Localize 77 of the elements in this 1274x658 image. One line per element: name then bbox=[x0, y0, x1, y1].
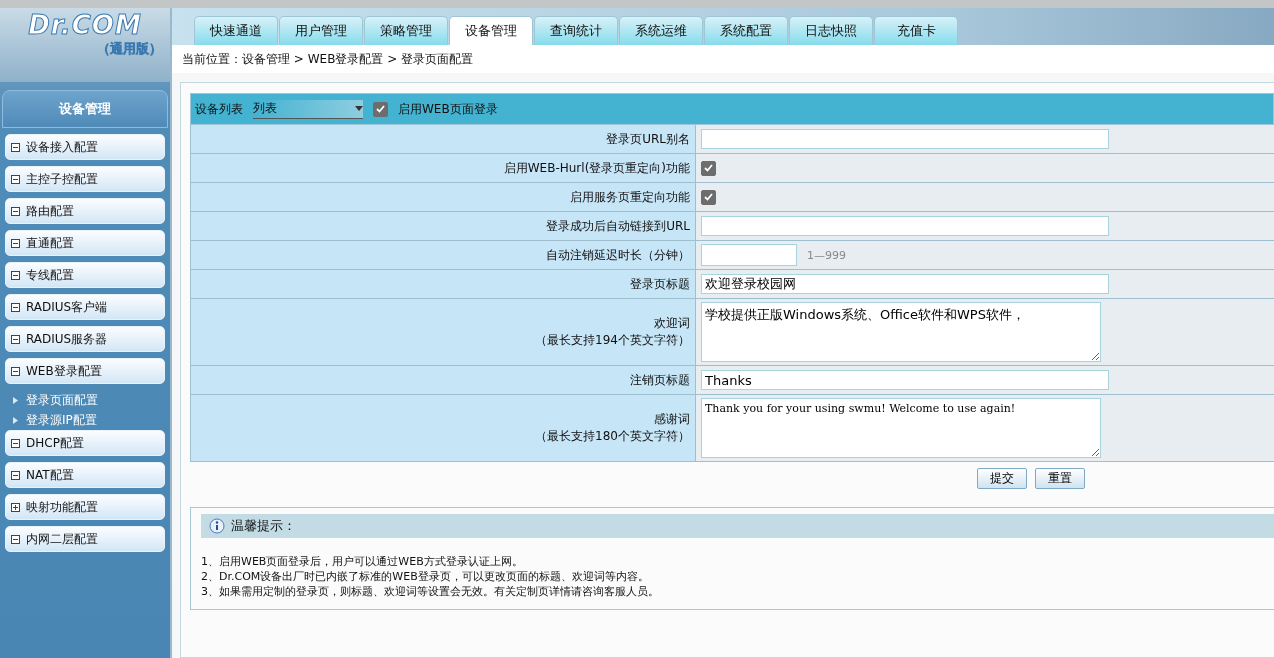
tip-text: 3、如果需用定制的登录页，则标题、欢迎词等设置会无效。有关定制页详情请咨询客服人员。 bbox=[201, 584, 660, 599]
brand-logo: Dr.COM bbox=[28, 10, 142, 40]
enable-checkbox[interactable] bbox=[373, 101, 388, 117]
enable-label: 启用WEB页面登录 bbox=[398, 100, 498, 118]
sidebar-item[interactable]: 直通配置 bbox=[5, 230, 165, 256]
device-select[interactable]: 列表 bbox=[253, 99, 363, 119]
minus-box-icon bbox=[11, 438, 20, 448]
text-field[interactable]: 欢迎登录校园网 bbox=[701, 274, 1109, 294]
field-label: 启用WEB-Hurl(登录页重定向)功能 bbox=[503, 159, 690, 177]
nav-tab[interactable]: 系统配置 bbox=[704, 16, 788, 45]
tip-text: 1、启用WEB页面登录后，用户可以通过WEB方式登录认证上网。 bbox=[201, 554, 524, 569]
text-field[interactable] bbox=[701, 216, 1109, 236]
sidebar-title: 设备管理 bbox=[2, 90, 168, 128]
field-label: 启用服务页重定向功能 bbox=[570, 188, 690, 206]
field-label: 自动注销延迟时长（分钟） bbox=[546, 246, 690, 264]
tip-text: 2、Dr.COM设备出厂时已内嵌了标准的WEB登录页，可以更改页面的标题、欢迎词等内容。 bbox=[201, 569, 650, 584]
minus-box-icon bbox=[11, 206, 20, 216]
checkmark-icon bbox=[704, 164, 713, 172]
minus-box-icon bbox=[11, 470, 20, 480]
minus-box-icon bbox=[11, 302, 20, 312]
nav-tab[interactable]: 用户管理 bbox=[279, 16, 363, 45]
minus-box-icon bbox=[11, 270, 20, 280]
sidebar-item[interactable]: DHCP配置 bbox=[5, 430, 165, 456]
sidebar-subitem[interactable]: 登录页面配置 bbox=[5, 390, 165, 410]
checkbox[interactable] bbox=[701, 160, 716, 176]
field-label: 登录页URL别名 bbox=[606, 130, 690, 148]
text-field[interactable]: Thanks bbox=[701, 370, 1109, 390]
checkbox[interactable] bbox=[701, 189, 716, 205]
nav-tab[interactable]: 策略管理 bbox=[364, 16, 448, 45]
device-list-label: 设备列表 bbox=[195, 100, 243, 118]
text-area[interactable]: Thank you for your using swmu! Welcome to use again! bbox=[701, 398, 1101, 458]
nav-tab[interactable]: 日志快照 bbox=[789, 16, 873, 45]
plus-box-icon bbox=[11, 502, 20, 512]
breadcrumb: 当前位置：设备管理 > WEB登录配置 > 登录页面配置 bbox=[182, 50, 474, 68]
sidebar-item[interactable]: 专线配置 bbox=[5, 262, 165, 288]
sidebar-subitem[interactable]: 登录源IP配置 bbox=[5, 410, 165, 430]
field-label: 欢迎词 bbox=[654, 315, 690, 332]
chevron-icon bbox=[13, 396, 18, 404]
sidebar-item[interactable]: 设备接入配置 bbox=[5, 134, 165, 160]
checkmark-icon bbox=[376, 105, 385, 113]
minus-box-icon bbox=[11, 238, 20, 248]
sidebar-item[interactable]: 内网二层配置 bbox=[5, 526, 165, 552]
field-label: 登录成功后自动链接到URL bbox=[546, 217, 690, 235]
sidebar-item[interactable]: WEB登录配置 bbox=[5, 358, 165, 384]
minus-box-icon bbox=[11, 366, 20, 376]
minus-box-icon bbox=[11, 142, 20, 152]
sidebar-item[interactable]: 主控子控配置 bbox=[5, 166, 165, 192]
sidebar-item[interactable]: NAT配置 bbox=[5, 462, 165, 488]
checkmark-icon bbox=[704, 193, 713, 201]
submit-button[interactable]: 提交 bbox=[977, 468, 1027, 489]
sidebar-item[interactable]: 路由配置 bbox=[5, 198, 165, 224]
field-note: （最长支持180个英文字符） bbox=[535, 428, 690, 445]
minus-box-icon bbox=[11, 534, 20, 544]
nav-tab[interactable]: 查询统计 bbox=[534, 16, 618, 45]
nav-tab[interactable]: 充值卡 bbox=[874, 16, 958, 45]
chevron-icon bbox=[13, 416, 18, 424]
field-label: 注销页标题 bbox=[630, 371, 690, 389]
field-note: （最长支持194个英文字符） bbox=[535, 332, 690, 349]
text-field[interactable] bbox=[701, 129, 1109, 149]
minus-box-icon bbox=[11, 174, 20, 184]
text-area[interactable]: 学校提供正版Windows系统、Office软件和WPS软件， bbox=[701, 302, 1101, 362]
minus-box-icon bbox=[11, 334, 20, 344]
sidebar-item[interactable]: 映射功能配置 bbox=[5, 494, 165, 520]
tips-title: 温馨提示： bbox=[231, 517, 296, 535]
number-field[interactable] bbox=[701, 244, 797, 266]
nav-tab[interactable]: 系统运维 bbox=[619, 16, 703, 45]
field-label: 登录页标题 bbox=[630, 275, 690, 293]
info-icon bbox=[209, 518, 225, 534]
range-hint: 1—999 bbox=[807, 248, 846, 262]
sidebar-item[interactable]: RADIUS服务器 bbox=[5, 326, 165, 352]
edition-label: （通用版） bbox=[97, 40, 162, 58]
nav-tab[interactable]: 快速通道 bbox=[194, 16, 278, 45]
reset-button[interactable]: 重置 bbox=[1035, 468, 1085, 489]
caret-icon bbox=[355, 106, 363, 111]
field-label: 感谢词 bbox=[654, 411, 690, 428]
nav-tab[interactable]: 设备管理 bbox=[449, 16, 533, 45]
sidebar-item[interactable]: RADIUS客户端 bbox=[5, 294, 165, 320]
